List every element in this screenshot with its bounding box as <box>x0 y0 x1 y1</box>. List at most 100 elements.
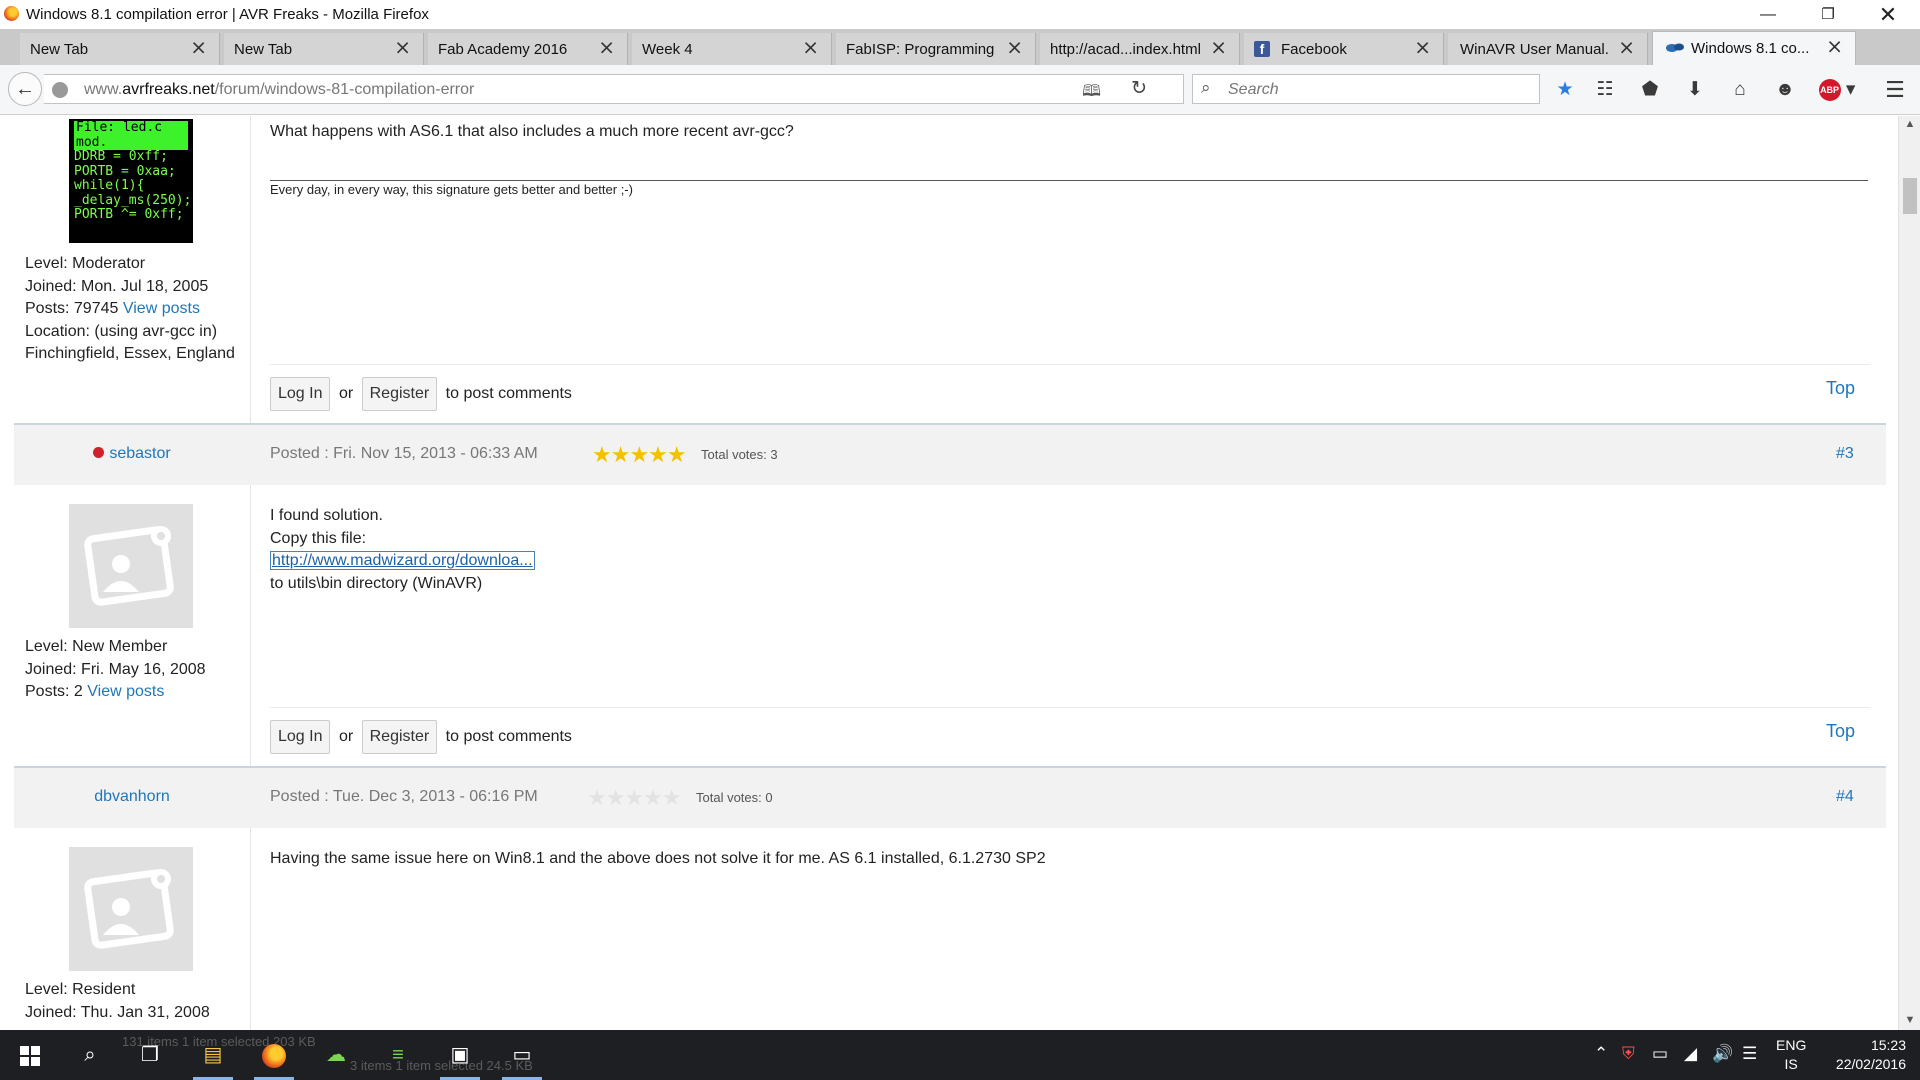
tab-facebook[interactable]: f Facebook ⨯ <box>1244 33 1444 65</box>
url-text[interactable]: www.avrfreaks.net/forum/windows-81-compi… <box>84 81 474 99</box>
search-icon[interactable]: ⌕ <box>66 1030 114 1080</box>
battery-icon[interactable]: ▭ <box>1652 1044 1668 1064</box>
top-link[interactable]: Top <box>1826 378 1855 399</box>
post-footer-divider <box>270 707 1870 708</box>
close-tab-icon[interactable]: ⨯ <box>1210 37 1227 59</box>
register-button[interactable]: Register <box>361 720 438 754</box>
navigation-bar: ← www.avrfreaks.net/forum/windows-81-com… <box>0 65 1920 115</box>
post-footer-divider <box>270 364 1870 365</box>
post-date: Posted : Fri. Nov 15, 2013 - 06:33 AM <box>270 445 538 462</box>
close-tab-icon[interactable]: ⨯ <box>1006 37 1023 59</box>
tab-fabisp-programming[interactable]: FabISP: Programming ⨯ <box>836 33 1036 65</box>
login-button[interactable]: Log In <box>270 377 331 411</box>
reload-icon[interactable]: ↻ <box>1131 77 1147 100</box>
wechat-icon[interactable]: ☁ <box>312 1030 360 1080</box>
tab-new-tab-2[interactable]: New Tab ⨯ <box>224 33 424 65</box>
tab-week-4[interactable]: Week 4 ⨯ <box>632 33 832 65</box>
clock-date: 22/02/2016 <box>1835 1056 1906 1072</box>
bookmarks-menu-icon[interactable]: ☷ <box>1592 77 1618 103</box>
task-view-icon[interactable]: ❐ <box>126 1030 174 1080</box>
windows-taskbar: 131 items 1 item selected 203 KB 3 items… <box>0 1030 1920 1080</box>
login-button[interactable]: Log In <box>270 720 331 754</box>
offline-status-icon <box>93 447 105 458</box>
hello-chat-icon[interactable]: ☻ <box>1772 77 1798 103</box>
minimize-icon[interactable]: — <box>1740 0 1796 29</box>
tab-label: New Tab <box>30 41 89 58</box>
tab-winavr-manual[interactable]: WinAVR User Manual... ⨯ <box>1448 33 1648 65</box>
user-level: Level: Resident <box>25 981 136 998</box>
home-icon[interactable]: ⌂ <box>1727 77 1753 103</box>
scroll-thumb[interactable] <box>1903 178 1917 214</box>
windows-start-icon[interactable] <box>6 1030 54 1080</box>
url-bar[interactable]: www.avrfreaks.net/forum/windows-81-compi… <box>44 74 1184 104</box>
file-explorer-icon[interactable]: ▤ <box>189 1030 237 1080</box>
show-hidden-icons[interactable]: ⌃ <box>1594 1044 1608 1064</box>
avrfreaks-logo-icon <box>1666 43 1684 52</box>
firefox-taskbar-icon[interactable] <box>250 1030 298 1080</box>
user-posts-count: Posts: 2 <box>25 683 83 701</box>
tab-label: Facebook <box>1281 41 1347 58</box>
tab-acad-index[interactable]: http://acad...index.html ⨯ <box>1040 33 1240 65</box>
site-info-icon[interactable] <box>52 82 68 98</box>
menu-hamburger-icon[interactable]: ☰ <box>1882 77 1908 103</box>
total-votes: Total votes: 0 <box>696 790 773 805</box>
tab-label: FabISP: Programming <box>846 41 995 58</box>
antivirus-shield-icon[interactable]: ⛨ <box>1622 1044 1635 1064</box>
rating-stars[interactable]: ★★★★★ <box>587 785 682 811</box>
post-number-link[interactable]: #3 <box>1836 445 1854 463</box>
window-titlebar: Windows 8.1 compilation error | AVR Frea… <box>0 0 1920 29</box>
column-divider <box>250 116 251 1030</box>
reader-view-icon[interactable]: 🕮 <box>1082 80 1101 107</box>
tab-new-tab-1[interactable]: New Tab ⨯ <box>20 33 220 65</box>
bookmark-star-icon[interactable]: ★ <box>1552 77 1578 103</box>
wifi-icon[interactable]: ◢ <box>1684 1044 1697 1064</box>
view-posts-link[interactable]: View posts <box>87 683 164 700</box>
close-tab-icon[interactable]: ⨯ <box>598 37 615 59</box>
user-info-sebastor: Level: New Member Joined: Fri. May 16, 2… <box>25 636 206 704</box>
user-joined: Joined: Fri. May 16, 2008 <box>25 660 206 678</box>
post-actions: Log In or Register to post comments <box>270 377 572 411</box>
register-button[interactable]: Register <box>361 377 438 411</box>
user-info-moderator: Level: Moderator Joined: Mon. Jul 18, 20… <box>25 253 235 366</box>
top-link[interactable]: Top <box>1826 721 1855 742</box>
tab-label: WinAVR User Manual... <box>1460 41 1610 58</box>
post-number-link[interactable]: #4 <box>1836 788 1854 806</box>
post-date: Posted : Tue. Dec 3, 2013 - 06:16 PM <box>270 788 538 805</box>
window-title: Windows 8.1 compilation error | AVR Frea… <box>26 6 429 23</box>
network-app-icon[interactable]: ▣ <box>436 1030 484 1080</box>
post-author[interactable]: sebastor <box>14 445 250 463</box>
search-placeholder: Search <box>1228 81 1279 98</box>
view-posts-link[interactable]: View posts <box>123 300 200 317</box>
page-content: File: led.c mod. DDRB = 0xff; PORTB = 0x… <box>0 116 1898 1030</box>
scroll-up-icon[interactable]: ▲ <box>1899 118 1920 130</box>
volume-icon[interactable]: 🔊 <box>1712 1044 1733 1064</box>
close-tab-icon[interactable]: ⨯ <box>802 37 819 59</box>
close-tab-icon[interactable]: ⨯ <box>1826 36 1843 58</box>
terminal-icon[interactable]: ▭ <box>498 1030 546 1080</box>
back-button[interactable]: ← <box>8 72 42 106</box>
close-tab-icon[interactable]: ⨯ <box>394 37 411 59</box>
downloads-icon[interactable]: ⬇ <box>1682 77 1708 103</box>
post-author[interactable]: dbvanhorn <box>14 788 250 806</box>
download-link[interactable]: http://www.madwizard.org/downloa... <box>270 551 535 570</box>
page-scrollbar[interactable]: ▲ ▼ <box>1898 116 1920 1030</box>
notepad-app-icon[interactable]: ≡ <box>374 1030 422 1080</box>
pocket-icon[interactable]: ⬟ <box>1637 77 1663 103</box>
close-tab-icon[interactable]: ⨯ <box>1618 37 1635 59</box>
action-center-icon[interactable]: ☰ <box>1742 1044 1757 1064</box>
clock-time: 15:23 <box>1870 1037 1906 1053</box>
tab-fab-academy[interactable]: Fab Academy 2016 ⨯ <box>428 33 628 65</box>
restore-icon[interactable]: ❐ <box>1800 0 1856 29</box>
close-icon[interactable]: ✕ <box>1860 0 1916 29</box>
input-language[interactable]: ENG IS <box>1776 1036 1806 1074</box>
close-tab-icon[interactable]: ⨯ <box>190 37 207 59</box>
close-tab-icon[interactable]: ⨯ <box>1414 37 1431 59</box>
rating-stars[interactable]: ★★★★★ <box>592 442 687 468</box>
tab-windows-81-active[interactable]: Windows 8.1 co... ⨯ <box>1652 31 1856 65</box>
post-body: I found solution. Copy this file: http:/… <box>270 507 535 592</box>
scroll-down-icon[interactable]: ▼ <box>1899 1014 1920 1026</box>
user-info-dbvanhorn: Level: Resident Joined: Thu. Jan 31, 200… <box>25 979 210 1024</box>
system-clock[interactable]: 15:23 22/02/2016 <box>1818 1036 1906 1074</box>
search-bar[interactable]: ⌕ Search <box>1192 74 1540 104</box>
adblock-plus-icon[interactable]: ABP ▾ <box>1817 77 1857 103</box>
